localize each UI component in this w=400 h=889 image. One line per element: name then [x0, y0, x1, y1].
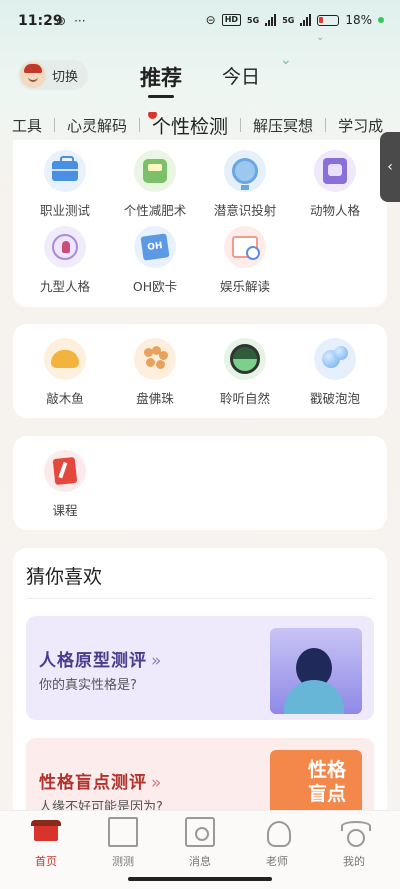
home-icon: [31, 817, 61, 847]
scroll-icon: [108, 817, 138, 847]
nav-messages[interactable]: 消息: [160, 817, 240, 869]
gong-icon: [185, 817, 215, 847]
grid-label: 聆听自然: [219, 391, 270, 406]
prayer-beads-icon: [134, 338, 176, 380]
network-label-1: 5G: [247, 15, 260, 25]
category-tab-tools[interactable]: 工具: [0, 115, 54, 136]
promo-art-text: 性格: [308, 759, 347, 781]
grid-label: OH欧卡: [132, 279, 178, 294]
chevron-left-icon: ‹: [387, 159, 393, 175]
grid-item-nature-sound[interactable]: 聆听自然: [200, 338, 290, 407]
grid-item-entertainment[interactable]: 娱乐解读: [200, 226, 290, 295]
personality-section: 职业测试 个性减肥术 潜意识投射 动物人格 九型人格 OH OH欧卡 娱乐解读: [13, 140, 387, 307]
promo-title: 人格原型测评: [39, 651, 147, 671]
grid-item-enneagram[interactable]: 九型人格: [20, 226, 110, 295]
double-chevron-right-icon: »: [151, 773, 163, 793]
nav-label: 我的: [343, 855, 365, 868]
grid-item-wooden-fish[interactable]: 敲木鱼: [20, 338, 110, 407]
nature-sound-icon: [224, 338, 266, 380]
promo-subtitle: 你的真实性格是?: [39, 678, 137, 693]
bird-decoration-icon: ⌄: [280, 52, 292, 68]
tab-today[interactable]: 今日: [222, 62, 260, 89]
promo-illustration: [270, 628, 362, 714]
category-tab-meditation[interactable]: 解压冥想: [241, 115, 325, 136]
grid-item-career-test[interactable]: 职业测试: [20, 150, 110, 219]
category-tabs: 工具 心灵解码 个性检测 解压冥想 学习成: [0, 112, 400, 138]
link-icon: ⊝: [205, 13, 216, 27]
avatar: [20, 62, 46, 88]
divider: [26, 598, 374, 599]
double-chevron-right-icon: »: [151, 651, 163, 671]
home-indicator[interactable]: [128, 877, 272, 881]
course-icon: [44, 450, 86, 492]
promo-subtitle: 人缘不好可能是因为?: [39, 800, 163, 810]
promo-card-blindspot[interactable]: 性格盲点测评» 人缘不好可能是因为? 性格 盲点: [26, 738, 374, 810]
promo-title: 性格盲点测评: [39, 773, 147, 793]
bubble-icon: [314, 338, 356, 380]
status-bar: 11:29 ⊛ ··· ⊝ HD 5G 5G 18%: [0, 0, 400, 44]
enneagram-icon: [44, 226, 86, 268]
nav-label: 首页: [35, 855, 57, 868]
animal-card-icon: [314, 150, 356, 192]
wooden-fish-icon: [44, 338, 86, 380]
promo-illustration: 性格 盲点: [270, 750, 362, 810]
grid-item-course[interactable]: 课程: [20, 450, 110, 519]
battery-icon: [317, 14, 340, 26]
lotus-icon: [262, 817, 292, 847]
hd-badge: HD: [221, 14, 242, 26]
side-collapse-handle[interactable]: ‹: [380, 132, 400, 202]
course-section: 课程: [13, 436, 387, 530]
grid-label: 动物人格: [309, 203, 360, 218]
promo-card-archetype[interactable]: 人格原型测评» 你的真实性格是?: [26, 616, 374, 720]
grid-label: 敲木鱼: [46, 391, 84, 406]
oh-card-icon: OH: [134, 226, 176, 268]
bird-decoration-icon: ⌄: [316, 32, 325, 43]
grid-item-bubbles[interactable]: 戳破泡泡: [290, 338, 380, 407]
category-tab-personality[interactable]: 个性检测: [140, 112, 240, 138]
battery-percent: 18%: [345, 13, 372, 27]
guess-section: 猜你喜欢 人格原型测评» 你的真实性格是? 性格盲点测评» 人缘不好可能是因为?…: [13, 548, 387, 810]
app-notification-icon: ⊛: [56, 14, 67, 28]
grid-label: 个性减肥术: [123, 203, 187, 218]
briefcase-icon: [44, 150, 86, 192]
grid-label: 职业测试: [39, 203, 90, 218]
grid-item-prayer-beads[interactable]: 盘佛珠: [110, 338, 200, 407]
charging-dot-icon: [378, 17, 384, 23]
book-magnifier-icon: [224, 226, 266, 268]
signal-icon: [265, 14, 277, 26]
nav-label: 老师: [266, 855, 288, 868]
grid-item-oh-card[interactable]: OH OH欧卡: [110, 226, 200, 295]
nav-mine[interactable]: 我的: [314, 817, 394, 869]
nav-test[interactable]: 测测: [83, 817, 163, 869]
promo-art-text: 盲点: [308, 783, 347, 805]
grid-label: 戳破泡泡: [309, 391, 360, 406]
signal-icon-2: [300, 14, 312, 26]
profile-hat-icon: [339, 817, 371, 847]
nav-teacher[interactable]: 老师: [237, 817, 317, 869]
crystal-ball-icon: [224, 150, 266, 192]
guess-title: 猜你喜欢: [26, 566, 103, 588]
grid-item-weight-loss[interactable]: 个性减肥术: [110, 150, 200, 219]
more-notifications-icon: ···: [74, 14, 86, 28]
grid-item-animal-personality[interactable]: 动物人格: [290, 150, 380, 219]
grid-label: 潜意识投射: [213, 203, 277, 218]
grid-label: 九型人格: [39, 279, 90, 294]
nav-label: 测测: [112, 855, 134, 868]
nav-home[interactable]: 首页: [6, 817, 86, 869]
network-label-2: 5G: [282, 15, 295, 25]
category-tab-mind[interactable]: 心灵解码: [55, 115, 139, 136]
tab-recommend[interactable]: 推荐: [140, 62, 182, 98]
switch-button[interactable]: 切换: [18, 60, 89, 90]
grid-label: 课程: [52, 503, 78, 518]
grid-item-subconscious[interactable]: 潜意识投射: [200, 150, 290, 219]
switch-label: 切换: [52, 69, 79, 85]
scale-icon: [134, 150, 176, 192]
relax-section: 敲木鱼 盘佛珠 聆听自然 戳破泡泡: [13, 324, 387, 418]
grid-label: 盘佛珠: [136, 391, 174, 406]
nav-label: 消息: [189, 855, 211, 868]
grid-label: 娱乐解读: [219, 279, 270, 294]
